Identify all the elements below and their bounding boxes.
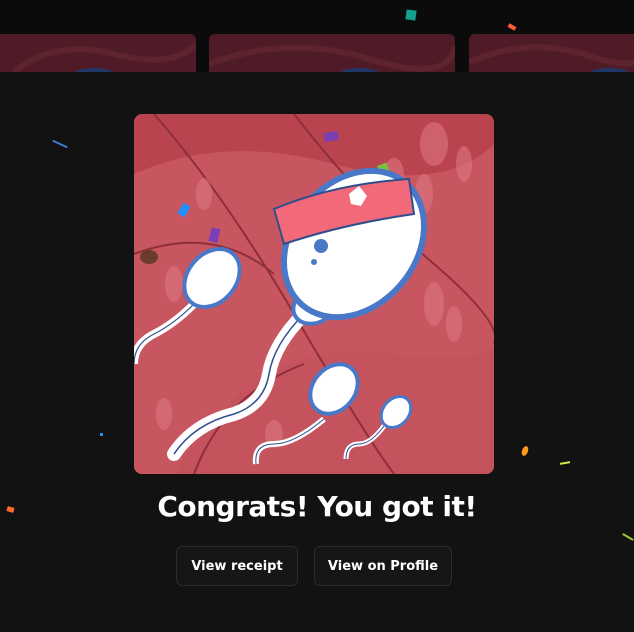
- view-on-profile-button[interactable]: View on Profile: [314, 546, 452, 586]
- sperm-illustration: [134, 114, 494, 474]
- gallery-strip: [0, 0, 634, 72]
- confetti-piece: [405, 9, 417, 21]
- gallery-thumbnail[interactable]: [209, 34, 455, 72]
- artwork-image: [134, 114, 494, 474]
- confetti-piece: [100, 433, 103, 436]
- gallery-thumbnail[interactable]: [469, 34, 634, 72]
- view-receipt-button[interactable]: View receipt: [176, 546, 298, 586]
- gallery-thumbnail[interactable]: [0, 34, 196, 72]
- success-headline: Congrats! You got it!: [157, 490, 477, 523]
